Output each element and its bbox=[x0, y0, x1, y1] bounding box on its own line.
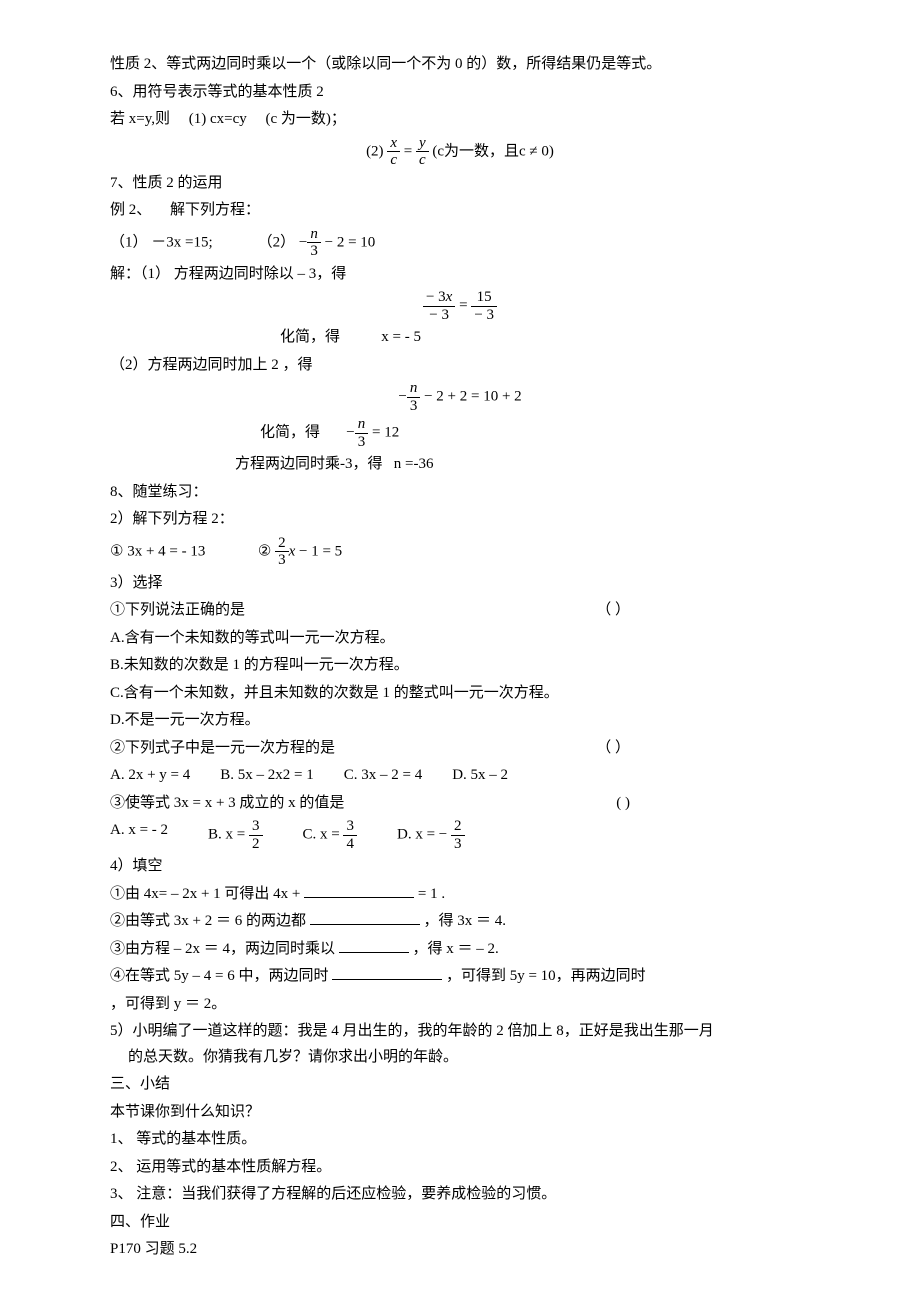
q3-c-pre: C. x = bbox=[303, 826, 340, 842]
s6-eq1: (1) cx=cy bbox=[189, 111, 247, 127]
ex2-text: 解下列方程： bbox=[170, 202, 260, 218]
q2-opt-a: A. 2x + y = 4 bbox=[110, 763, 190, 789]
ex2-label-text: 例 2、 bbox=[110, 202, 151, 218]
q2-options: A. 2x + y = 4 B. 5x – 2x2 = 1 C. 3x – 2 … bbox=[110, 763, 810, 789]
practice-4-title: 4）填空 bbox=[110, 854, 810, 880]
practice-5: 5）小明编了一道这样的题：我是 4 月出生的，我的年龄的 2 倍加上 8，正好是… bbox=[110, 1019, 728, 1070]
f4-a: ④在等式 5y – 4 = 6 中，两边同时 bbox=[110, 968, 328, 984]
solution-2-step3: 方程两边同时乘-3，得 n =-36 bbox=[235, 452, 810, 478]
section-8-title: 8、随堂练习： bbox=[110, 480, 810, 506]
f4-b: ，可得到 5y = 10，再两边同时 bbox=[446, 968, 646, 984]
q1-opt-a: A.含有一个未知数的等式叫一元一次方程。 bbox=[110, 626, 810, 652]
sol1-result: x = - 5 bbox=[381, 329, 421, 345]
section-6-eq2: (2) xc = yc (c为一数，且c ≠ 0) bbox=[110, 135, 810, 169]
section-6-title: 6、用符号表示等式的基本性质 2 bbox=[110, 80, 810, 106]
sol1-text: 方程两边同时除以 – 3，得 bbox=[174, 266, 347, 282]
f3-a: ③由方程 – 2x ＝ 4，两边同时乘以 bbox=[110, 941, 335, 957]
example-2-eqs: （1） －3x =15; （2） −n3 − 2 = 10 bbox=[110, 226, 810, 260]
q3-b-pre: B. x = bbox=[208, 826, 245, 842]
summary-item-1: 1、 等式的基本性质。 bbox=[110, 1127, 810, 1153]
q3-d-pre: D. x = bbox=[397, 826, 435, 842]
p2-b-label: ② bbox=[258, 543, 271, 559]
eq1-body: －3x =15; bbox=[151, 234, 212, 250]
f3-blank[interactable] bbox=[339, 937, 409, 953]
section-7-title: 7、性质 2 的运用 bbox=[110, 171, 810, 197]
q1-paren: （ ） bbox=[596, 598, 630, 624]
solution-1-intro: 解：（1） 方程两边同时除以 – 3，得 bbox=[110, 262, 810, 288]
p2-a-label: ① bbox=[110, 543, 123, 559]
q1-opt-b: B.未知数的次数是 1 的方程叫一元一次方程。 bbox=[110, 653, 810, 679]
q1-stem: ①下列说法正确的是 （ ） bbox=[110, 598, 630, 624]
f4-c: ，可得到 y ＝ 2。 bbox=[110, 996, 226, 1012]
fill-4: ④在等式 5y – 4 = 6 中，两边同时 ，可得到 5y = 10，再两边同… bbox=[110, 964, 810, 990]
f2-b: ，得 3x ＝ 4. bbox=[423, 913, 506, 929]
sol-label: 解：（1） bbox=[110, 266, 170, 282]
f1-b: = 1 . bbox=[418, 886, 445, 902]
fill-3: ③由方程 – 2x ＝ 4，两边同时乘以 ，得 x ＝ – 2. bbox=[110, 937, 810, 963]
q3-opt-c: C. x = 34 bbox=[303, 818, 357, 852]
q1-opt-d: D.不是一元一次方程。 bbox=[110, 708, 810, 734]
simplify-label-1: 化简，得 bbox=[280, 329, 340, 345]
homework-content: P170 习题 5.2 bbox=[110, 1237, 810, 1263]
s6-eq2-tail: (c为一数，且c ≠ 0) bbox=[432, 143, 554, 159]
q2-opt-d: D. 5x – 2 bbox=[452, 763, 508, 789]
q2-opt-b: B. 5x – 2x2 = 1 bbox=[220, 763, 313, 789]
q2-stem: ②下列式子中是一元一次方程的是 （ ） bbox=[110, 736, 630, 762]
q3-opt-d: D. x = − 23 bbox=[397, 818, 465, 852]
q3-stem: ③使等式 3x = x + 3 成立的 x 的值是 ( ) bbox=[110, 791, 630, 817]
summary-q: 本节课你到什么知识？ bbox=[110, 1100, 810, 1126]
f2-a: ②由等式 3x + 2 ＝ 6 的两边都 bbox=[110, 913, 306, 929]
f1-a: ①由 4x= – 2x + 1 可得出 4x + bbox=[110, 886, 300, 902]
solution-1-simplify: 化简，得 x = - 5 bbox=[280, 325, 810, 351]
f1-blank[interactable] bbox=[304, 882, 414, 898]
sol2-result: n =-36 bbox=[394, 456, 434, 472]
practice-2-title: 2）解下列方程 2： bbox=[110, 507, 810, 533]
sol2-step3-pre: 方程两边同时乘-3，得 bbox=[235, 456, 383, 472]
solution-1-eq: − 3x− 3 = 15− 3 bbox=[110, 289, 810, 323]
solution-2-simplify: 化简，得 −n3 = 12 bbox=[260, 416, 810, 450]
q1-text: ①下列说法正确的是 bbox=[110, 598, 245, 624]
example-2-label: 例 2、 解下列方程： bbox=[110, 198, 810, 224]
p2-a-eq: 3x + 4 = - 13 bbox=[127, 543, 205, 559]
q3-options: A. x = - 2 B. x = 32 C. x = 34 D. x = − … bbox=[110, 818, 810, 852]
section-6-line1: 若 x=y,则 (1) cx=cy (c 为一数)； bbox=[110, 107, 810, 133]
fill-2: ②由等式 3x + 2 ＝ 6 的两边都 ，得 3x ＝ 4. bbox=[110, 909, 810, 935]
summary-item-3: 3、 注意：当我们获得了方程解的后还应检验，要养成检验的习惯。 bbox=[110, 1182, 810, 1208]
q3-paren: ( ) bbox=[616, 791, 630, 817]
s6-eq2-prefix: (2) bbox=[366, 143, 384, 159]
s6-if: 若 x=y,则 bbox=[110, 111, 170, 127]
q3-text: ③使等式 3x = x + 3 成立的 x 的值是 bbox=[110, 791, 344, 817]
simplify-label-2: 化简，得 bbox=[260, 424, 320, 440]
eq1-label: （1） bbox=[110, 234, 148, 250]
f2-blank[interactable] bbox=[310, 909, 420, 925]
q3-opt-b: B. x = 32 bbox=[208, 818, 262, 852]
s6-cnum: (c 为一数)； bbox=[266, 111, 346, 127]
q3-opt-a: A. x = - 2 bbox=[110, 818, 168, 852]
eq2-label: （2） bbox=[258, 234, 296, 250]
fill-1: ①由 4x= – 2x + 1 可得出 4x + = 1 . bbox=[110, 882, 810, 908]
f4-blank-1[interactable] bbox=[332, 964, 442, 980]
solution-2-intro: （2）方程两边同时加上 2 ，得 bbox=[110, 353, 810, 379]
property-2-statement: 性质 2、等式两边同时乘以一个（或除以同一个不为 0 的）数，所得结果仍是等式。 bbox=[110, 52, 810, 78]
practice-2-items: ① 3x + 4 = - 13 ② 23x − 1 = 5 bbox=[110, 535, 810, 569]
q2-opt-c: C. 3x – 2 = 4 bbox=[344, 763, 422, 789]
homework-title: 四、作业 bbox=[110, 1210, 810, 1236]
f3-b: ，得 x ＝ – 2. bbox=[413, 941, 499, 957]
q2-text: ②下列式子中是一元一次方程的是 bbox=[110, 736, 335, 762]
practice-3-title: 3）选择 bbox=[110, 571, 810, 597]
summary-item-2: 2、 运用等式的基本性质解方程。 bbox=[110, 1155, 810, 1181]
fill-4-cont: ，可得到 y ＝ 2。 bbox=[110, 992, 810, 1018]
summary-title: 三、小结 bbox=[110, 1072, 810, 1098]
q1-opt-c: C.含有一个未知数，并且未知数的次数是 1 的整式叫一元一次方程。 bbox=[110, 681, 810, 707]
q2-paren: （ ） bbox=[596, 736, 630, 762]
solution-2-eq1: −n3 − 2 + 2 = 10 + 2 bbox=[110, 380, 810, 414]
